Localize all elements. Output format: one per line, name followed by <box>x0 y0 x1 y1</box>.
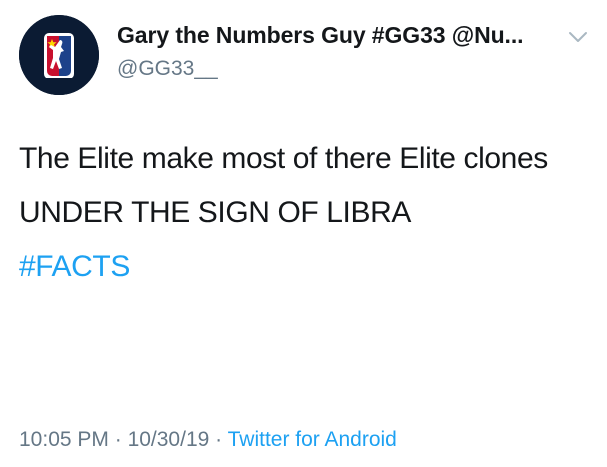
tweet-date: 10/30/19 <box>127 428 210 451</box>
meta-separator: · <box>108 428 128 451</box>
tweet-line: UNDER THE SIGN OF LIBRA <box>19 196 411 229</box>
tweet-metadata: 10:05 PM · 10/30/19 · Twitter for Androi… <box>19 428 397 452</box>
display-name[interactable]: Gary the Numbers Guy #GG33 @Nu... <box>117 22 524 49</box>
chevron-down-icon[interactable] <box>568 30 588 44</box>
nba-style-logo-icon <box>19 15 99 95</box>
avatar[interactable] <box>19 15 99 95</box>
tweet-text: The Elite make most of there Elite clone… <box>19 138 584 287</box>
meta-separator: · <box>209 428 228 451</box>
tweet-source-link[interactable]: Twitter for Android <box>228 428 397 451</box>
tweet-card: Gary the Numbers Guy #GG33 @Nu... @GG33_… <box>0 0 607 467</box>
tweet-line: The Elite make most of there Elite clone… <box>19 142 548 175</box>
username-handle[interactable]: @GG33__ <box>117 57 218 81</box>
hashtag-link[interactable]: #FACTS <box>19 246 584 287</box>
tweet-time: 10:05 PM <box>19 428 109 451</box>
